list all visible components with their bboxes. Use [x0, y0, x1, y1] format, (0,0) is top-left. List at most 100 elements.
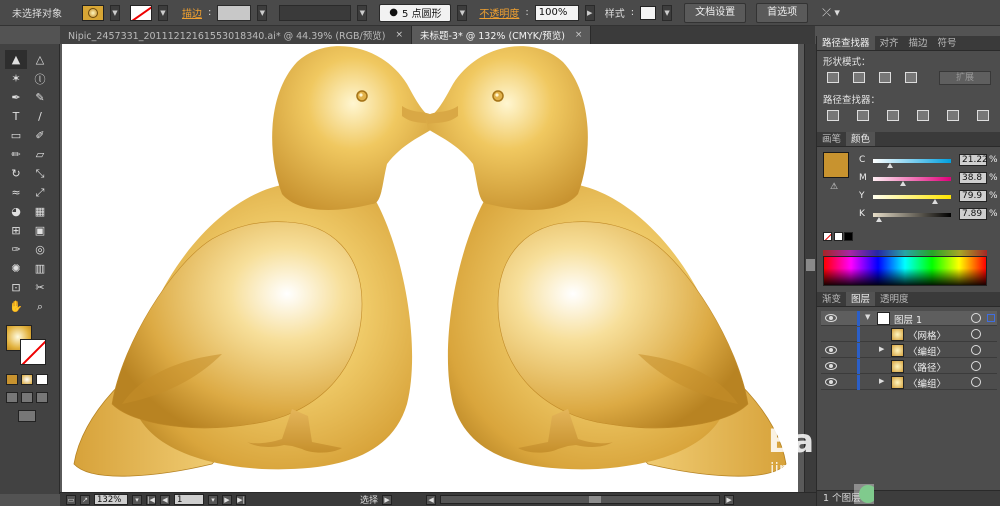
magic-wand-tool-icon[interactable]: ✶: [5, 69, 27, 88]
fill-swatch[interactable]: [82, 4, 104, 21]
tab-align[interactable]: 对齐: [875, 36, 904, 50]
width-tool-icon[interactable]: ≈: [5, 183, 27, 202]
style-swatch[interactable]: [640, 5, 657, 20]
last-artboard-button[interactable]: ▶|: [236, 494, 246, 505]
left-bird[interactable]: [73, 46, 434, 477]
target-icon[interactable]: [971, 313, 981, 323]
tab-color[interactable]: 颜色: [846, 132, 876, 146]
stroke-weight-arrow[interactable]: ▼: [257, 4, 268, 21]
brush-dropdown-arrow[interactable]: ▼: [457, 4, 468, 21]
horizontal-scrollbar[interactable]: [440, 495, 721, 504]
preferences-button[interactable]: 首选项: [756, 2, 809, 23]
stroke-dropdown-arrow[interactable]: ▼: [158, 4, 168, 21]
slider-track[interactable]: [873, 159, 951, 163]
intersect-icon[interactable]: [879, 72, 891, 83]
zoom-field[interactable]: 132%: [94, 494, 128, 505]
close-icon[interactable]: ×: [395, 30, 403, 40]
slider-track[interactable]: [873, 177, 951, 181]
lasso-tool-icon[interactable]: ⓛ: [29, 69, 51, 88]
expand-button[interactable]: 扩展: [939, 71, 991, 85]
draw-behind-button[interactable]: [21, 392, 33, 403]
arrange-icon[interactable]: ⤫ ▾: [822, 6, 840, 20]
slider-value-input[interactable]: 38.8: [959, 172, 987, 184]
slider-knob[interactable]: [900, 181, 907, 186]
column-graph-tool-icon[interactable]: ▥: [29, 259, 51, 278]
merge-icon[interactable]: [887, 110, 899, 121]
direct-selection-tool-icon[interactable]: △: [29, 50, 51, 69]
layer-row[interactable]: 〈路径〉: [821, 359, 997, 374]
white-color-swatch[interactable]: [834, 232, 843, 241]
current-color-swatch[interactable]: [823, 152, 849, 178]
draw-normal-button[interactable]: [6, 392, 18, 403]
line-tool-icon[interactable]: /: [29, 107, 51, 126]
target-icon[interactable]: [971, 377, 981, 387]
vertical-scroll-thumb[interactable]: [806, 259, 815, 271]
expand-triangle-icon[interactable]: ▼: [865, 313, 870, 321]
pen-tool-icon[interactable]: ✒: [5, 88, 27, 107]
free-transform-tool-icon[interactable]: ⤢: [29, 183, 51, 202]
opacity-label[interactable]: 不透明度: [479, 5, 519, 20]
scale-tool-icon[interactable]: ⤡: [29, 164, 51, 183]
paintbrush-tool-icon[interactable]: ✐: [29, 126, 51, 145]
gradient-tool-icon[interactable]: ▣: [29, 221, 51, 240]
trim-icon[interactable]: [857, 110, 869, 121]
opacity-input[interactable]: 100%: [534, 4, 579, 21]
eye-icon[interactable]: [825, 362, 837, 370]
stroke-color-box[interactable]: [20, 339, 46, 365]
tab-symbols[interactable]: 符号: [933, 36, 962, 50]
tab-untitled-3[interactable]: 未标题-3* @ 132% (CMYK/预览) ×: [412, 26, 592, 44]
stroke-weight-field[interactable]: [217, 4, 252, 21]
divide-icon[interactable]: [827, 110, 839, 121]
black-color-swatch[interactable]: [844, 232, 853, 241]
vertical-scrollbar[interactable]: [804, 44, 816, 492]
collapse-triangle-icon[interactable]: ▶: [879, 377, 884, 385]
selection-tool-icon[interactable]: ▲: [5, 50, 27, 69]
tab-pathfinder[interactable]: 路径查找器: [817, 36, 875, 50]
hand-tool-icon[interactable]: ✋: [5, 297, 27, 316]
slider-track[interactable]: [873, 195, 951, 199]
slider-knob[interactable]: [932, 199, 939, 204]
target-icon[interactable]: [971, 361, 981, 371]
perspective-tool-icon[interactable]: ▦: [29, 202, 51, 221]
artboard-number-field[interactable]: 1: [174, 494, 204, 505]
fill-dropdown-arrow[interactable]: ▼: [110, 4, 120, 21]
blend-tool-icon[interactable]: ◎: [29, 240, 51, 259]
symbol-sprayer-tool-icon[interactable]: ✺: [5, 259, 27, 278]
artboard-tool-icon[interactable]: ⊡: [5, 278, 27, 297]
variable-width-arrow[interactable]: ▼: [357, 4, 368, 21]
exclude-icon[interactable]: [905, 72, 917, 83]
outline-icon[interactable]: [947, 110, 959, 121]
hscroll-left-button[interactable]: ◀: [426, 494, 437, 505]
tab-gradient[interactable]: 渐变: [817, 292, 846, 306]
slider-knob[interactable]: [876, 217, 883, 222]
slider-knob[interactable]: [886, 163, 893, 168]
eye-icon[interactable]: [825, 346, 837, 354]
horizontal-scroll-thumb[interactable]: [589, 496, 602, 503]
minus-front-icon[interactable]: [853, 72, 865, 83]
layer-row[interactable]: ▶ 〈编组〉: [821, 375, 997, 390]
tab-brushes[interactable]: 画笔: [817, 132, 846, 146]
type-tool-icon[interactable]: T: [5, 107, 27, 126]
status-mode-text[interactable]: 选择: [360, 493, 378, 506]
slider-value-input[interactable]: 21.22: [959, 154, 988, 166]
none-mode-button[interactable]: [36, 374, 48, 385]
stroke-swatch[interactable]: [130, 4, 152, 21]
prev-artboard-button[interactable]: ◀: [160, 494, 170, 505]
rotate-tool-icon[interactable]: ↻: [5, 164, 27, 183]
gradient-mode-button[interactable]: [21, 374, 33, 385]
shape-builder-tool-icon[interactable]: ◕: [5, 202, 27, 221]
none-color-swatch[interactable]: [823, 232, 832, 241]
close-icon[interactable]: ×: [575, 30, 583, 40]
zoom-tool-icon[interactable]: ⌕: [29, 297, 51, 316]
first-artboard-button[interactable]: |◀: [146, 494, 156, 505]
artboard-dropdown-arrow[interactable]: ▾: [208, 494, 218, 505]
target-icon[interactable]: [971, 345, 981, 355]
eye-icon[interactable]: [825, 378, 837, 386]
draw-inside-button[interactable]: [36, 392, 48, 403]
canvas-area[interactable]: [60, 44, 804, 492]
tab-layers[interactable]: 图层: [846, 292, 876, 306]
color-spectrum[interactable]: [823, 256, 987, 286]
share-icon[interactable]: ↗: [80, 494, 90, 505]
tab-stroke[interactable]: 描边: [904, 36, 933, 50]
selection-indicator[interactable]: [987, 314, 995, 322]
